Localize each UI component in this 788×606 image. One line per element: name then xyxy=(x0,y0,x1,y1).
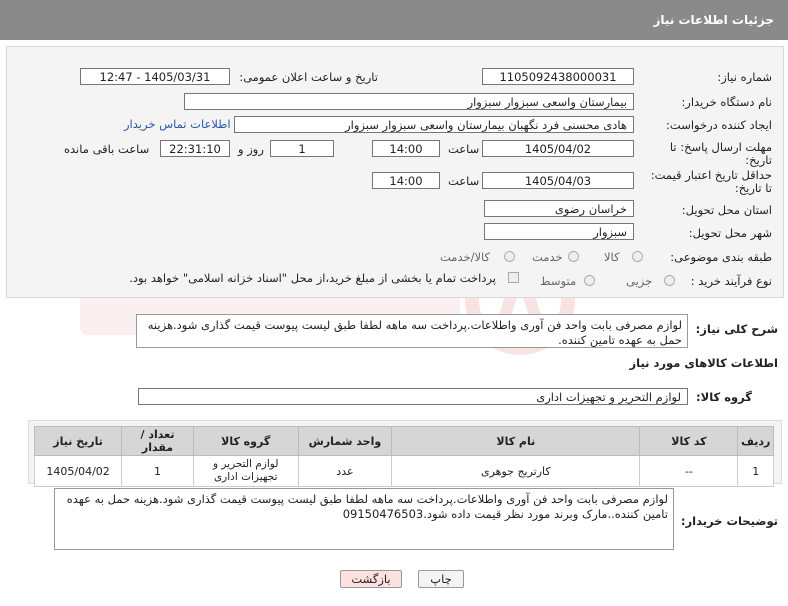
category-option-service: خدمت xyxy=(532,250,563,264)
col-group: گروه کالا xyxy=(192,426,299,456)
cell-group: لوازم التحریر و تجهیزات اداری xyxy=(192,455,299,487)
col-unit: واحد شمارش xyxy=(297,426,393,456)
col-code: کد کالا xyxy=(639,426,739,456)
reply-days-field: 1 xyxy=(270,140,334,157)
cell-code: -- xyxy=(639,455,739,487)
cell-date: 1405/04/02 xyxy=(33,455,123,487)
creator-field: هادی محسنی فرد نگهبان بیمارستان واسعی سب… xyxy=(234,116,634,133)
buyer-notes-textarea[interactable]: لوازم مصرفی بابت واحد فن آوری واطلاعات.پ… xyxy=(54,488,674,550)
cell-qty: 1 xyxy=(121,455,194,487)
process-radio-medium[interactable] xyxy=(584,275,595,286)
category-radio-service[interactable] xyxy=(568,251,579,262)
creator-label: ایجاد کننده درخواست: xyxy=(666,118,772,132)
price-date-field: 1405/04/03 xyxy=(482,172,634,189)
col-row: ردیف xyxy=(737,426,774,456)
description-textarea[interactable]: لوازم مصرفی بابت واحد فن آوری واطلاعات.پ… xyxy=(136,314,688,348)
cell-name: کارتریج جوهری xyxy=(391,455,641,487)
process-label: نوع فرآیند خرید : xyxy=(690,274,772,288)
process-option-medium: متوسط xyxy=(540,274,577,288)
treasury-payment-checkbox[interactable] xyxy=(508,272,519,283)
reply-date-field: 1405/04/02 xyxy=(482,140,634,157)
price-validity-label: حداقل تاریخ اعتبار قیمت: xyxy=(650,168,772,182)
buyer-notes-label: توضیحات خریدار: xyxy=(680,514,778,528)
reply-time-label: ساعت xyxy=(448,142,480,156)
category-radio-goods[interactable] xyxy=(632,251,643,262)
col-name: نام کالا xyxy=(391,426,641,456)
items-table-header: ردیف کد کالا نام کالا واحد شمارش گروه کا… xyxy=(33,426,774,456)
page-header: جزئیات اطلاعات نیاز xyxy=(0,0,788,40)
province-label: استان محل تحویل: xyxy=(681,203,772,217)
buyer-contact-link[interactable]: اطلاعات تماس خریدار xyxy=(124,117,231,131)
announce-label: تاریخ و ساعت اعلان عمومی: xyxy=(239,70,378,84)
province-field: خراسان رضوی xyxy=(484,200,634,217)
treasury-payment-note: پرداخت تمام یا بخشی از مبلغ خرید،از محل … xyxy=(129,271,496,285)
city-field: سبزوار xyxy=(484,223,634,240)
col-qty: تعداد / مقدار xyxy=(121,426,194,456)
print-button[interactable]: چاپ xyxy=(418,570,464,588)
price-time-field: 14:00 xyxy=(372,172,440,189)
buyer-org-label: نام دستگاه خریدار: xyxy=(681,95,772,109)
back-button[interactable]: بازگشت xyxy=(340,570,402,588)
page-title: جزئیات اطلاعات نیاز xyxy=(653,13,774,27)
col-date: تاریخ نیاز xyxy=(33,426,123,456)
description-label: شرح کلی نیاز: xyxy=(695,322,778,336)
items-table: ردیف کد کالا نام کالا واحد شمارش گروه کا… xyxy=(33,426,774,487)
reply-remain-label: ساعت باقی مانده xyxy=(64,142,150,156)
cell-row: 1 xyxy=(737,455,774,487)
cell-unit: عدد xyxy=(297,455,393,487)
announce-field: 1405/03/31 - 12:47 xyxy=(80,68,230,85)
table-row: 1 -- کارتریج جوهری عدد لوازم التحریر و ت… xyxy=(33,455,774,487)
reply-deadline-label-date: تاریخ: xyxy=(745,153,772,167)
reply-remain-field: 22:31:10 xyxy=(160,140,230,157)
reply-time-field: 14:00 xyxy=(372,140,440,157)
need-number-field: 1105092438000031 xyxy=(482,68,634,85)
process-radio-minor[interactable] xyxy=(664,275,675,286)
items-section-title: اطلاعات کالاهای مورد نیاز xyxy=(629,356,778,370)
category-radio-both[interactable] xyxy=(504,251,515,262)
city-label: شهر محل تحویل: xyxy=(688,226,772,240)
buyer-org-field: بیمارستان واسعی سبزوار سبزوار xyxy=(184,93,634,110)
category-label: طبقه بندی موضوعی: xyxy=(670,250,772,264)
process-option-minor: جزیی xyxy=(626,274,653,288)
category-option-both: کالا/خدمت xyxy=(440,250,491,264)
item-group-label: گروه کالا: xyxy=(696,390,752,404)
price-validity-label-date: تا تاریخ: xyxy=(734,181,772,195)
reply-days-label: روز و xyxy=(238,142,264,156)
item-group-field: لوازم التحریر و تجهیزات اداری xyxy=(138,388,688,405)
reply-deadline-label: مهلت ارسال پاسخ: تا xyxy=(669,140,772,154)
need-number-label: شماره نیاز: xyxy=(717,70,772,84)
category-option-goods: کالا xyxy=(604,250,620,264)
price-time-label: ساعت xyxy=(448,174,480,188)
